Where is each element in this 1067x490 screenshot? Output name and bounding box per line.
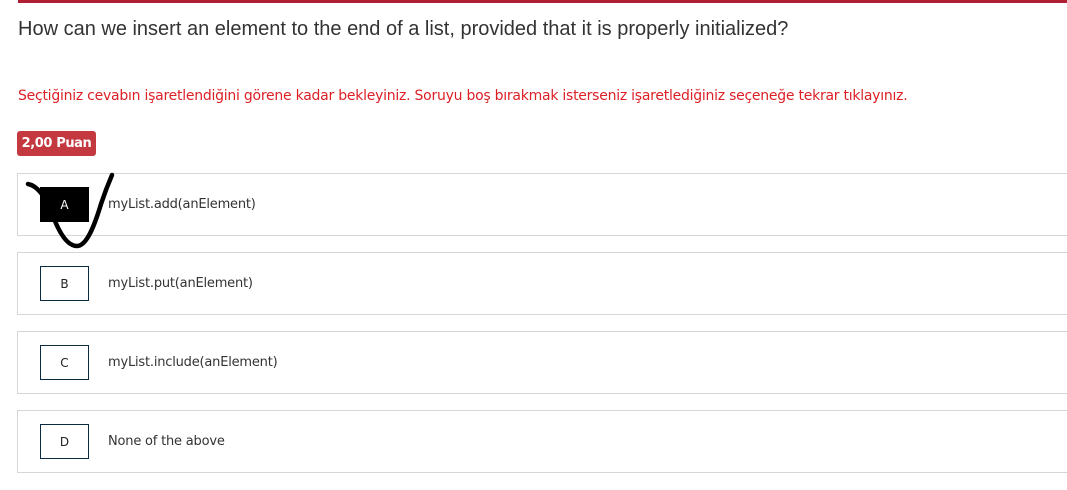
option-c[interactable]: C myList.include(anElement)	[17, 331, 1067, 394]
option-a-key[interactable]: A	[40, 187, 89, 222]
question-text: How can we insert an element to the end …	[18, 18, 789, 40]
option-b-key[interactable]: B	[40, 266, 89, 301]
instruction-text: Seçtiğiniz cevabın işaretlendiğini gören…	[18, 88, 908, 104]
option-b-text: myList.put(anElement)	[108, 276, 253, 291]
answer-options: A myList.add(anElement) B myList.put(anE…	[17, 173, 1067, 489]
option-b[interactable]: B myList.put(anElement)	[17, 252, 1067, 315]
option-a-text: myList.add(anElement)	[108, 197, 256, 212]
option-a[interactable]: A myList.add(anElement)	[17, 173, 1067, 236]
points-badge: 2,00 Puan	[17, 131, 96, 156]
option-c-text: myList.include(anElement)	[108, 355, 278, 370]
top-accent-rule	[18, 0, 1067, 3]
option-d[interactable]: D None of the above	[17, 410, 1067, 473]
option-d-text: None of the above	[108, 434, 225, 449]
option-c-key[interactable]: C	[40, 345, 89, 380]
option-d-key[interactable]: D	[40, 424, 89, 459]
